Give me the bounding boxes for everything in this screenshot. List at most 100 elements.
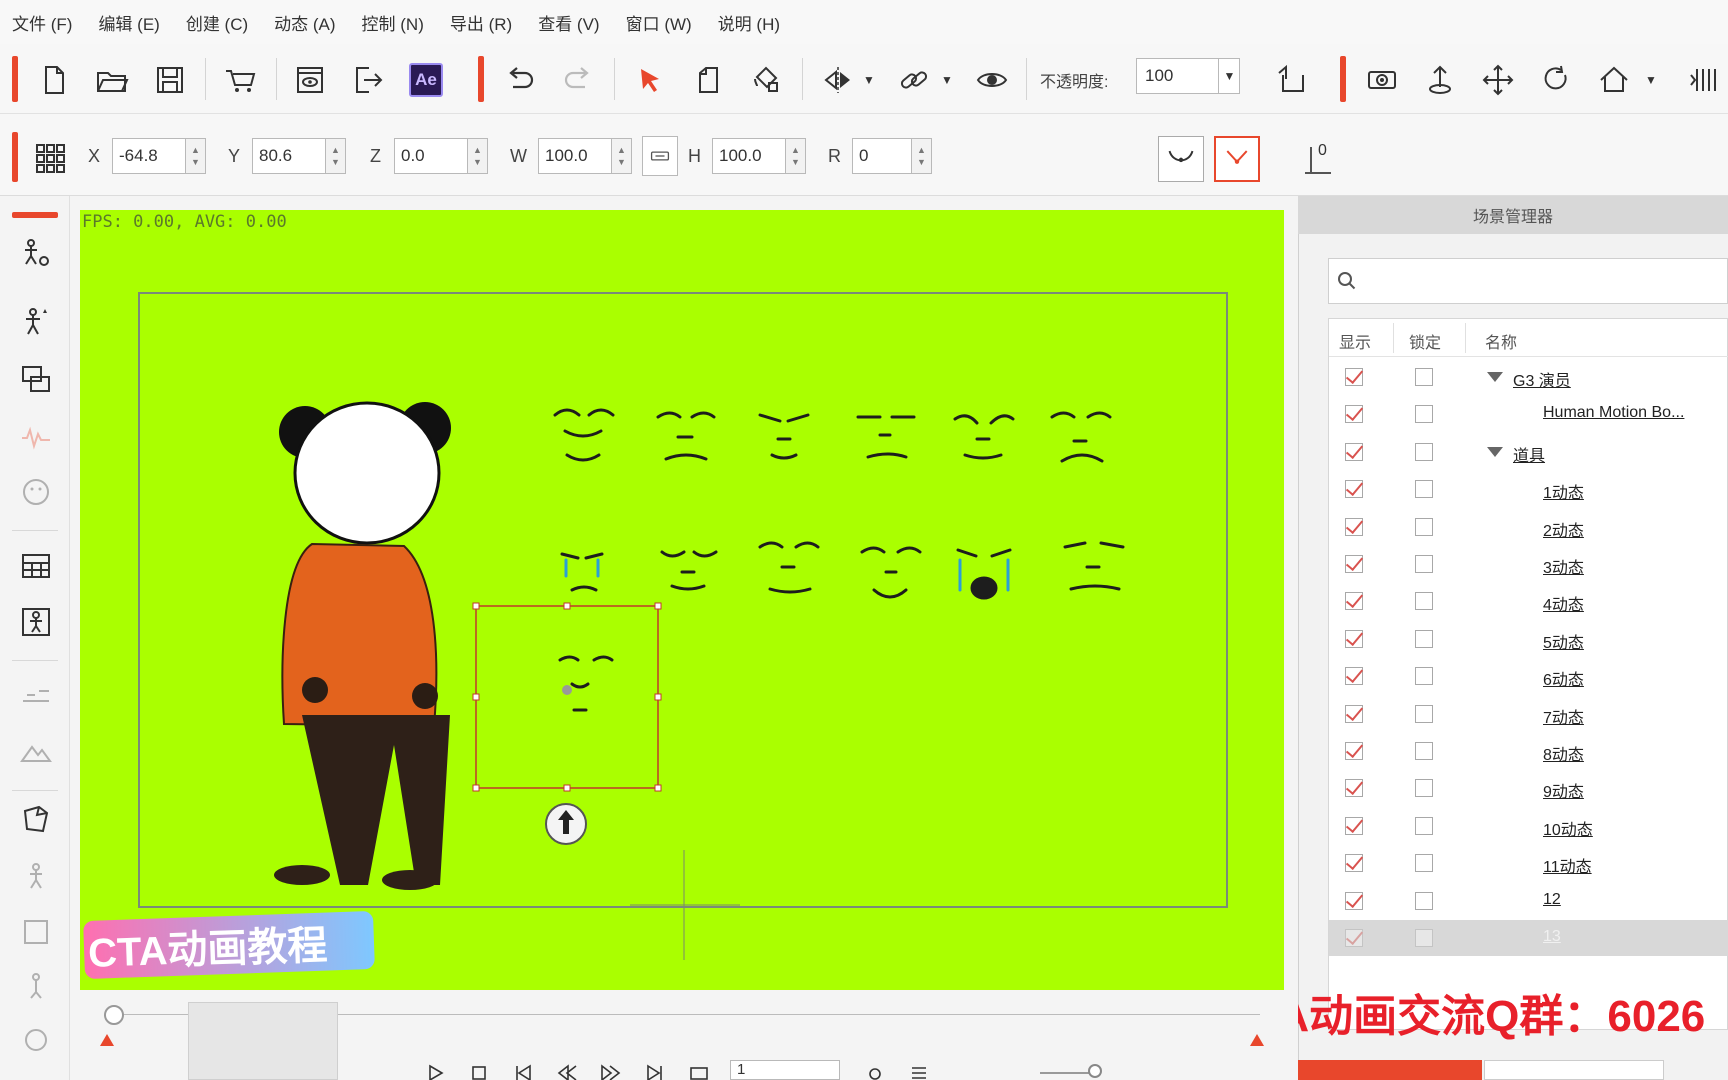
lock-checkbox[interactable]: [1415, 667, 1433, 686]
lock-checkbox[interactable]: [1415, 368, 1433, 386]
first-frame-button[interactable]: [512, 1064, 534, 1080]
grid-toggle-button[interactable]: [28, 136, 72, 180]
store-button[interactable]: [218, 58, 262, 102]
scene-search[interactable]: [1328, 258, 1728, 304]
audio-tool-button[interactable]: [16, 418, 56, 458]
puppet-tool-button[interactable]: [16, 856, 56, 896]
actor-tool-button[interactable]: [16, 234, 56, 274]
save-button[interactable]: [148, 58, 192, 102]
play-button[interactable]: [424, 1064, 446, 1080]
tree-item-name[interactable]: 10动态: [1543, 816, 1593, 840]
opacity-dropdown[interactable]: ▼: [1218, 58, 1240, 94]
settings-button[interactable]: [864, 1064, 886, 1080]
column-name[interactable]: 名称: [1485, 329, 1517, 353]
lock-checkbox[interactable]: [1415, 592, 1433, 611]
tree-row[interactable]: 10动态: [1329, 808, 1728, 844]
select-tool-button[interactable]: [628, 58, 672, 102]
tree-row[interactable]: 1动态: [1329, 471, 1728, 507]
expand-arrow-icon[interactable]: [1487, 446, 1503, 457]
tree-item-name[interactable]: 4动态: [1543, 591, 1584, 615]
panel-toggle-button[interactable]: [1682, 58, 1726, 102]
show-checkbox[interactable]: [1345, 517, 1363, 536]
lock-checkbox[interactable]: [1415, 742, 1433, 760]
after-effects-button[interactable]: Ae: [404, 58, 448, 102]
z-input[interactable]: 0.0: [394, 138, 468, 174]
tree-item-name[interactable]: 3动态: [1543, 554, 1584, 578]
list-button[interactable]: [908, 1064, 930, 1080]
lock-checkbox[interactable]: [1415, 555, 1433, 573]
record-tool-button[interactable]: [16, 1020, 56, 1060]
menu-item-3[interactable]: 动态 (A): [274, 10, 335, 35]
show-checkbox[interactable]: [1345, 667, 1363, 686]
tree-row[interactable]: 9动态: [1329, 770, 1728, 806]
lock-checkbox[interactable]: [1415, 442, 1433, 461]
tree-item-name[interactable]: 9动态: [1543, 778, 1584, 802]
show-checkbox[interactable]: [1345, 929, 1363, 947]
search-input[interactable]: [1365, 272, 1705, 290]
tree-row[interactable]: 道具: [1329, 434, 1728, 470]
open-file-button[interactable]: [90, 58, 134, 102]
height-input[interactable]: 100.0: [712, 138, 786, 174]
x-spinner[interactable]: ▲ ▼: [186, 138, 206, 174]
face-tool-button[interactable]: [16, 472, 56, 512]
terrain-tool-button[interactable]: [16, 730, 56, 770]
width-spinner[interactable]: ▲ ▼: [612, 138, 632, 174]
lock-checkbox[interactable]: [1415, 854, 1433, 873]
prev-key-button[interactable]: [556, 1064, 578, 1080]
walk-tool-button[interactable]: [16, 674, 56, 714]
home-dropdown[interactable]: ▼: [1642, 70, 1660, 90]
lock-checkbox[interactable]: [1415, 629, 1433, 648]
attach-button[interactable]: [1270, 58, 1314, 102]
tree-item-name[interactable]: 8动态: [1543, 741, 1584, 765]
x-input[interactable]: -64.8: [112, 138, 186, 174]
clone-button[interactable]: [686, 58, 730, 102]
lock-checkbox[interactable]: [1415, 517, 1433, 536]
deform-tool-button[interactable]: [16, 800, 56, 840]
camera-pan-button[interactable]: [1476, 58, 1520, 102]
new-file-button[interactable]: [32, 58, 76, 102]
link-size-button[interactable]: [642, 136, 678, 176]
last-frame-button[interactable]: [644, 1064, 666, 1080]
mirror-tool-button[interactable]: [16, 912, 56, 952]
timeline-playhead[interactable]: [104, 1005, 124, 1025]
z-spinner[interactable]: ▲ ▼: [468, 138, 488, 174]
tree-row[interactable]: 6动态: [1329, 658, 1728, 694]
show-checkbox[interactable]: [1345, 555, 1363, 573]
tab-scene-manager[interactable]: [1298, 1060, 1482, 1080]
menu-item-4[interactable]: 控制 (N): [362, 10, 424, 35]
ease-out-mode-button[interactable]: [1214, 136, 1260, 182]
ease-in-mode-button[interactable]: [1158, 136, 1204, 182]
show-checkbox[interactable]: [1345, 368, 1363, 386]
camera-rotate-button[interactable]: [1534, 58, 1578, 102]
lock-checkbox[interactable]: [1415, 405, 1433, 424]
stop-button[interactable]: [468, 1064, 490, 1080]
tree-row[interactable]: 5动态: [1329, 621, 1728, 657]
rotation-input[interactable]: 0: [852, 138, 912, 174]
tree-row[interactable]: 3动态: [1329, 546, 1728, 582]
show-checkbox[interactable]: [1345, 779, 1363, 798]
tree-row[interactable]: 7动态: [1329, 696, 1728, 732]
column-lock[interactable]: 锁定: [1409, 329, 1441, 353]
show-checkbox[interactable]: [1345, 742, 1363, 760]
layout-tool-button[interactable]: [16, 546, 56, 586]
next-key-button[interactable]: [600, 1064, 622, 1080]
camera-move-z-button[interactable]: [1418, 58, 1462, 102]
lock-checkbox[interactable]: [1415, 704, 1433, 723]
tab-content-manager[interactable]: [1484, 1060, 1664, 1080]
link-button[interactable]: [892, 58, 936, 102]
menu-item-1[interactable]: 编辑 (E): [98, 10, 159, 35]
flip-button[interactable]: [816, 58, 860, 102]
menu-item-2[interactable]: 创建 (C): [186, 10, 248, 35]
tree-row[interactable]: G3 演员: [1329, 359, 1728, 395]
show-checkbox[interactable]: [1345, 629, 1363, 648]
tree-row[interactable]: 2动态: [1329, 509, 1728, 545]
rotation-spinner[interactable]: ▲ ▼: [912, 138, 932, 174]
y-spinner[interactable]: ▲ ▼: [326, 138, 346, 174]
lock-checkbox[interactable]: [1415, 929, 1433, 947]
tree-row[interactable]: 13: [1329, 920, 1728, 956]
end-marker-icon[interactable]: [1250, 1034, 1264, 1046]
paint-tool-button[interactable]: [744, 58, 788, 102]
lock-checkbox[interactable]: [1415, 891, 1433, 910]
preview-button[interactable]: [288, 58, 332, 102]
tree-item-name[interactable]: 5动态: [1543, 629, 1584, 653]
